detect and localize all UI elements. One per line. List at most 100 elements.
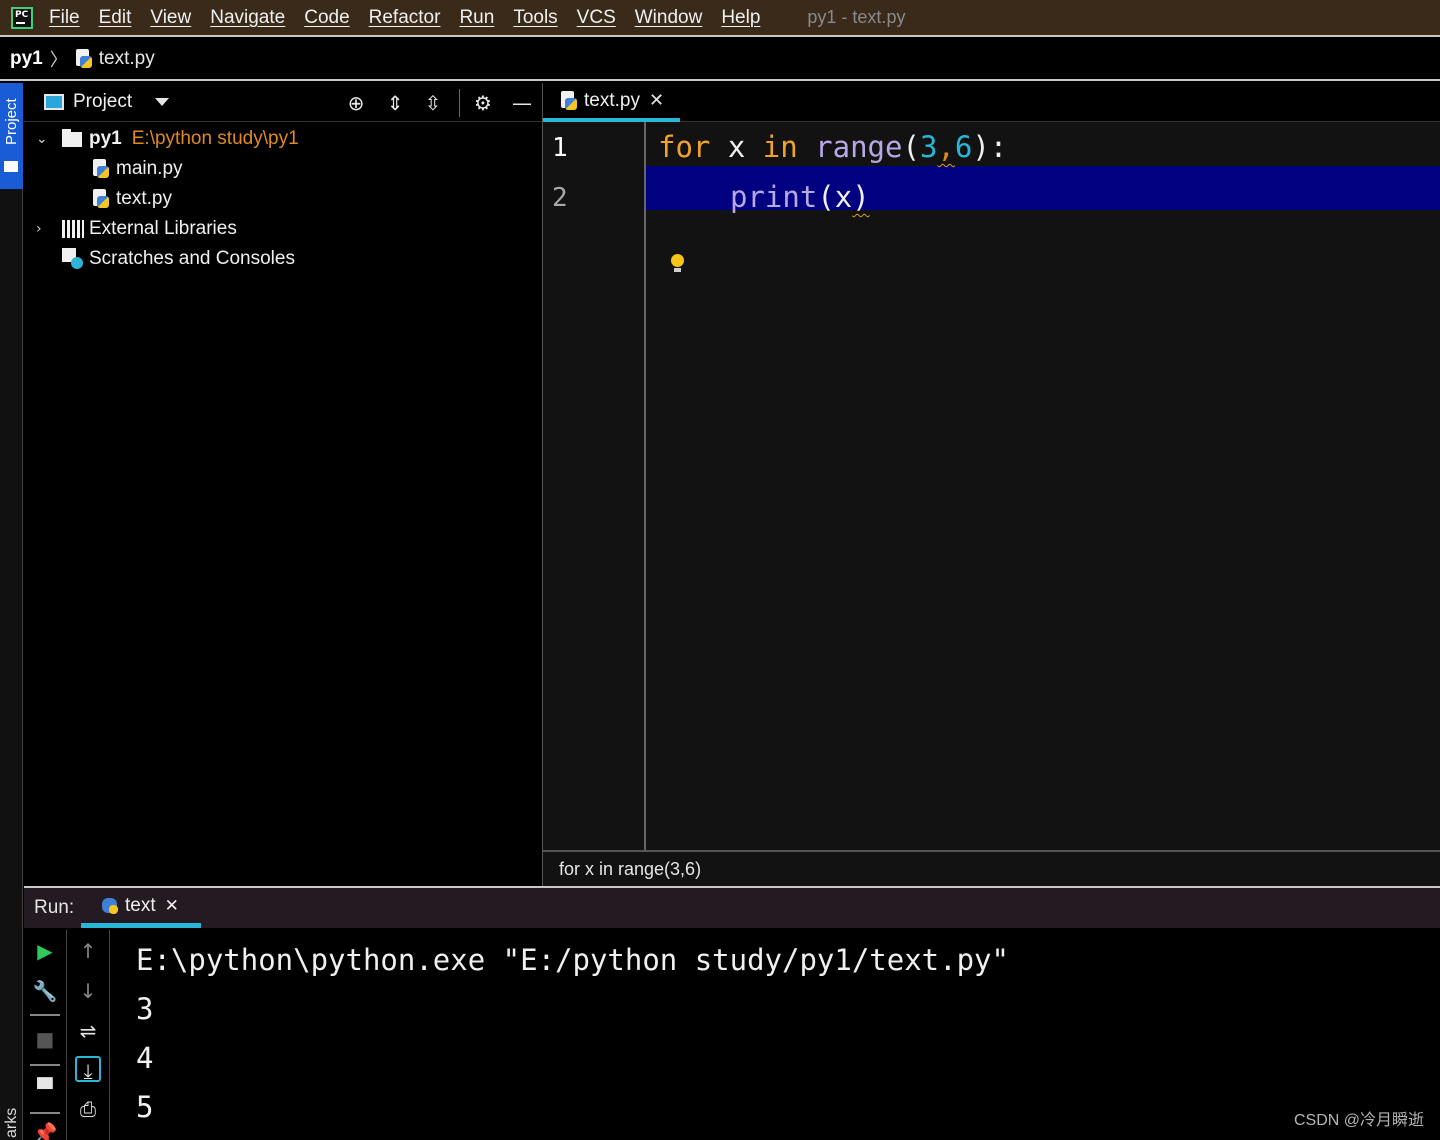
breadcrumb-file[interactable]: text.py [99,48,155,70]
console-line: 5 [136,1090,154,1124]
collapse-all-icon[interactable]: ⇳ [421,91,445,115]
function-print: print [730,180,818,214]
gear-icon[interactable]: ⚙ [471,91,495,115]
minimize-icon[interactable]: — [510,91,534,115]
editor-breadcrumb-status[interactable]: for x in range(3,6) [543,850,1440,886]
project-view-icon [44,94,64,110]
code-line-2[interactable]: print(x) [730,180,870,214]
run-panel: Run: text ✕ ▶ 🔧 ■ ▀ 📌 ↑ ↓ ⇌ ⤓ ⎙ ▬ E:\pyt… [24,886,1440,1140]
soft-wrap-icon[interactable]: ⇌ [75,1018,101,1044]
menu-window[interactable]: Window [635,7,703,29]
menu-view[interactable]: View [150,7,191,29]
pycharm-logo-icon [11,6,33,29]
python-file-icon [92,159,110,179]
run-toolbar-primary: ▶ 🔧 ■ ▀ 📌 [24,930,67,1140]
tree-item-scratches[interactable]: Scratches and Consoles [62,244,295,274]
python-file-icon [75,49,93,69]
menu-edit[interactable]: Edit [99,7,132,29]
line-number-gutter: 1 2 [543,122,646,850]
menu-navigate[interactable]: Navigate [210,7,285,29]
tree-item-label: text.py [116,188,172,209]
menu-code[interactable]: Code [304,7,349,29]
tree-item-label: Scratches and Consoles [89,248,295,269]
rerun-play-icon[interactable]: ▶ [32,938,58,964]
keyword-in: in [762,130,798,164]
paren-warning: ) [852,180,870,214]
layout-icon[interactable]: ▀ [32,1076,58,1102]
project-panel-header: Project ⊕ ⇕ ⇳ ⚙ — [24,83,542,122]
bookmarks-tool-tab[interactable]: arks [3,1108,21,1138]
close-icon[interactable]: ✕ [165,896,179,916]
locate-file-icon[interactable]: ⊕ [344,91,368,115]
expand-all-icon[interactable]: ⇕ [383,91,407,115]
toolbar-divider [30,1064,60,1066]
trash-icon[interactable]: ▬ [75,1130,101,1140]
breadcrumb-project[interactable]: py1 [10,48,43,70]
tree-root-name: py1 [89,128,122,149]
tree-item-label: External Libraries [89,218,237,239]
tree-item-external-libraries[interactable]: › External Libraries [36,214,237,244]
toolbar-divider [30,1014,60,1016]
left-tool-strip: Project [0,83,23,1140]
run-panel-header: Run: text ✕ [24,888,1440,928]
editor-tab-label: text.py [584,89,640,111]
line-number: 2 [552,183,568,213]
paren-open: ( [902,130,920,164]
watermark: CSDN @冷月瞬逝 [1293,1112,1424,1129]
tab-run-text[interactable]: text ✕ [81,888,201,928]
project-panel: Project ⊕ ⇕ ⇳ ⚙ — ⌄ py1 E:\python study\… [24,83,542,886]
editor-tab-bar: text.py ✕ [543,83,1440,122]
chevron-down-icon[interactable]: ⌄ [36,131,52,147]
code-area[interactable]: for x in range(3,6): print(x) [648,122,1440,850]
comma-warning: , [937,130,955,164]
folder-icon [62,128,82,147]
number-6: 6 [954,130,973,164]
run-toolbar-secondary: ↑ ↓ ⇌ ⤓ ⎙ ▬ [67,930,110,1140]
wrench-icon[interactable]: 🔧 [32,978,58,1004]
tree-item-text-py[interactable]: text.py [92,184,172,214]
print-icon[interactable]: ⎙ [75,1096,101,1122]
run-tab-label: text [125,894,156,916]
menu-help[interactable]: Help [721,7,760,29]
tree-item-label: main.py [116,158,183,179]
close-icon[interactable]: ✕ [649,90,664,111]
pin-icon[interactable]: 📌 [32,1120,58,1140]
breadcrumb: py1 〉 text.py [0,39,1440,81]
python-file-icon [560,90,578,111]
stop-icon[interactable]: ■ [32,1026,58,1052]
tab-text-py[interactable]: text.py ✕ [543,83,680,122]
arrow-up-icon[interactable]: ↑ [75,938,101,964]
menu-bar: File Edit View Navigate Code Refactor Ru… [0,0,1440,37]
tree-root-path: E:\python study\py1 [131,128,299,149]
dropdown-arrow-icon[interactable] [155,98,170,106]
menu-refactor[interactable]: Refactor [369,7,441,29]
tree-item-main-py[interactable]: main.py [92,154,183,184]
toolbar-divider [459,89,460,117]
keyword-for: for [658,130,711,164]
console-output[interactable]: E:\python\python.exe "E:/python study/py… [136,936,1009,1132]
scratches-icon [62,248,84,270]
project-view-selector[interactable]: Project [73,91,132,113]
menu-file[interactable]: File [49,7,80,29]
folder-icon [4,161,18,172]
line-number: 1 [552,133,568,163]
paren-close-colon: ): [972,130,1008,164]
tree-item-root[interactable]: ⌄ py1 E:\python study\py1 [36,124,299,154]
menu-vcs[interactable]: VCS [577,7,616,29]
scroll-to-end-icon[interactable]: ⤓ [75,1056,101,1083]
chevron-right-icon[interactable]: › [36,221,52,237]
project-tool-tab-label: Project [3,98,20,145]
python-file-icon [92,189,110,209]
console-line: E:\python\python.exe "E:/python study/py… [136,943,1009,977]
editor-panel: text.py ✕ 1 2 for x in range(3,6): print… [542,83,1440,886]
print-args: (x [817,180,853,214]
python-icon [101,896,119,916]
arrow-down-icon[interactable]: ↓ [75,978,101,1004]
number-3: 3 [919,130,938,164]
menu-run[interactable]: Run [459,7,494,29]
code-line-1[interactable]: for x in range(3,6): [658,130,1007,164]
project-tool-tab[interactable]: Project [0,83,23,189]
toolbar-divider [30,1112,60,1114]
lightbulb-icon[interactable] [670,254,684,274]
menu-tools[interactable]: Tools [513,7,557,29]
